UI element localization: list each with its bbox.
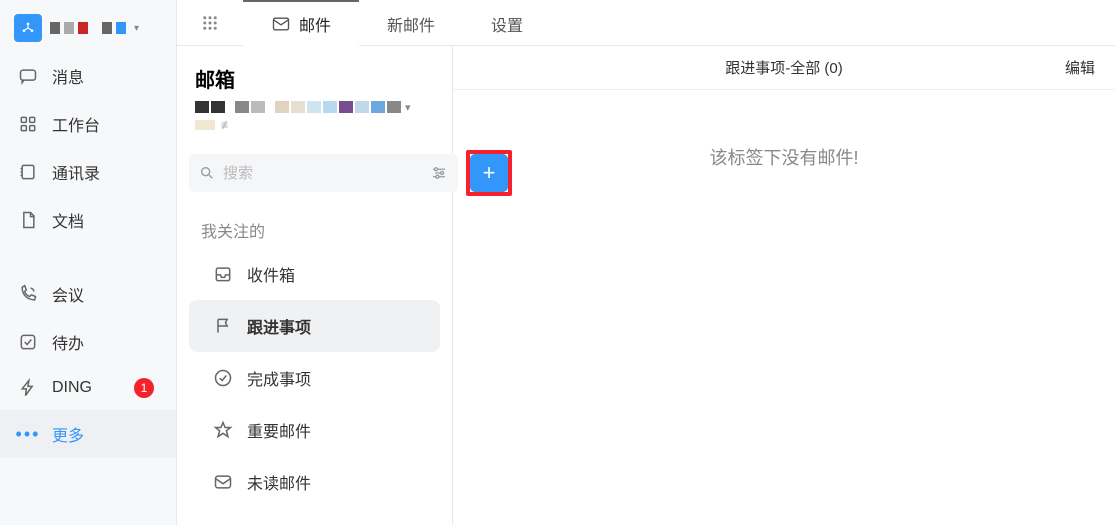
- main-area: 邮件 新邮件 设置 邮箱: [177, 0, 1115, 525]
- nav-label: 工作台: [52, 112, 100, 136]
- list-header: 跟进事项-全部 (0) 编辑: [453, 46, 1115, 90]
- nav-contacts[interactable]: 通讯录: [0, 148, 176, 196]
- folder-label: 未读邮件: [247, 470, 311, 494]
- account-sub: ≢: [195, 118, 434, 132]
- tab-mail[interactable]: 邮件: [243, 0, 359, 46]
- folder-done[interactable]: 完成事项: [189, 352, 440, 404]
- folder-inbox[interactable]: 收件箱: [189, 248, 440, 300]
- section-following: 我关注的: [177, 202, 452, 248]
- mail-icon: [213, 472, 233, 492]
- nav-todo[interactable]: 待办: [0, 318, 176, 366]
- tab-label: 邮件: [299, 12, 331, 36]
- folder-label: 收件箱: [247, 262, 295, 286]
- mail-list-pane: 跟进事项-全部 (0) 编辑 该标签下没有邮件!: [453, 46, 1115, 525]
- app-grid-button[interactable]: [177, 14, 243, 32]
- mail-sidebar: 邮箱 ▾: [177, 46, 453, 525]
- mail-title: 邮箱: [177, 64, 452, 101]
- nav-label: DING: [52, 379, 92, 397]
- org-header[interactable]: ▾: [0, 8, 176, 52]
- search-input[interactable]: [223, 165, 422, 182]
- docs-icon: [18, 210, 38, 230]
- mail-icon: [271, 14, 291, 34]
- contacts-icon: [18, 162, 38, 182]
- nav-messages[interactable]: 消息: [0, 52, 176, 100]
- org-name-redacted: ▾: [50, 22, 139, 34]
- search-icon: [199, 165, 215, 181]
- flag-icon: [213, 316, 233, 336]
- nav-label: 待办: [52, 330, 84, 354]
- tab-settings[interactable]: 设置: [463, 0, 551, 46]
- grid-icon: [18, 114, 38, 134]
- folder-label: 重要邮件: [247, 418, 311, 442]
- nav-label: 文档: [52, 208, 84, 232]
- folder-important[interactable]: 重要邮件: [189, 404, 440, 456]
- tab-new-mail[interactable]: 新邮件: [359, 0, 463, 46]
- nav-more[interactable]: ••• 更多: [0, 410, 176, 458]
- phone-icon: [18, 284, 38, 304]
- check-circle-icon: [213, 368, 233, 388]
- org-icon: [14, 14, 42, 42]
- account-redacted: ▾: [195, 101, 434, 114]
- folder-followup[interactable]: 跟进事项: [189, 300, 440, 352]
- tab-label: 新邮件: [387, 12, 435, 36]
- search-box[interactable]: [189, 154, 458, 192]
- check-icon: [18, 332, 38, 352]
- nav-label: 消息: [52, 64, 84, 88]
- empty-text: 该标签下没有邮件!: [709, 144, 858, 525]
- folder-label: 完成事项: [247, 366, 311, 390]
- filter-icon[interactable]: [430, 164, 448, 182]
- folder-label: 跟进事项: [247, 314, 311, 338]
- lightning-icon: [18, 378, 38, 398]
- inbox-icon: [213, 264, 233, 284]
- account-selector[interactable]: ▾ ≢: [177, 101, 452, 138]
- list-title: 跟进事项-全部 (0): [725, 57, 843, 78]
- nav-workbench[interactable]: 工作台: [0, 100, 176, 148]
- nav-label: 更多: [52, 422, 84, 446]
- edit-button[interactable]: 编辑: [1065, 57, 1095, 78]
- chat-icon: [18, 66, 38, 86]
- tabbar: 邮件 新邮件 设置: [177, 0, 1115, 46]
- empty-state: 该标签下没有邮件!: [453, 90, 1115, 525]
- star-icon: [213, 420, 233, 440]
- tab-label: 设置: [491, 12, 523, 36]
- nav-label: 通讯录: [52, 160, 100, 184]
- nav-label: 会议: [52, 282, 84, 306]
- more-icon: •••: [18, 424, 38, 444]
- primary-nav: ▾ 消息 工作台 通讯录 文档 会议 待办: [0, 0, 177, 525]
- ding-badge: 1: [134, 378, 154, 398]
- nav-docs[interactable]: 文档: [0, 196, 176, 244]
- folder-unread[interactable]: 未读邮件: [189, 456, 440, 508]
- nav-meetings[interactable]: 会议: [0, 270, 176, 318]
- nav-ding[interactable]: DING 1: [0, 366, 176, 410]
